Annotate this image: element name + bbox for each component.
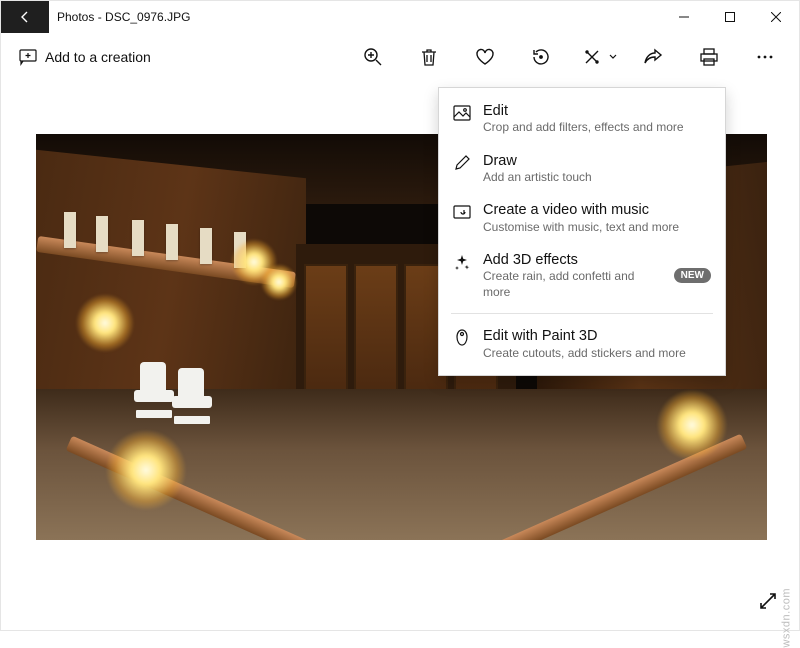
maximize-icon — [725, 12, 735, 22]
menu-item-3d-effects[interactable]: Add 3D effects Create rain, add confetti… — [439, 243, 725, 308]
menu-item-desc: Add an artistic touch — [483, 170, 711, 186]
minimize-button[interactable] — [661, 1, 707, 33]
window-controls — [661, 1, 799, 33]
edit-enhance-icon — [582, 47, 602, 67]
minimize-icon — [679, 12, 689, 22]
back-arrow-icon — [17, 9, 33, 25]
more-button[interactable] — [739, 37, 791, 77]
back-button[interactable] — [1, 1, 49, 33]
menu-item-title: Edit — [483, 102, 711, 120]
menu-item-desc: Crop and add filters, effects and more — [483, 120, 711, 136]
print-icon — [699, 47, 719, 67]
close-icon — [771, 12, 781, 22]
print-button[interactable] — [683, 37, 735, 77]
rotate-button[interactable] — [515, 37, 567, 77]
zoom-button[interactable] — [347, 37, 399, 77]
share-icon — [643, 48, 663, 66]
add-to-creation-button[interactable]: Add to a creation — [9, 37, 161, 77]
chevron-down-icon — [609, 54, 617, 60]
share-button[interactable] — [627, 37, 679, 77]
menu-item-desc: Create cutouts, add stickers and more — [483, 346, 711, 362]
menu-item-edit[interactable]: Edit Crop and add filters, effects and m… — [439, 94, 725, 144]
close-button[interactable] — [753, 1, 799, 33]
menu-item-video[interactable]: Create a video with music Customise with… — [439, 193, 725, 243]
menu-item-title: Draw — [483, 152, 711, 170]
trash-icon — [420, 47, 438, 67]
add-label: Add to a creation — [45, 49, 151, 65]
menu-item-desc: Create rain, add confetti and more — [483, 269, 662, 300]
fullscreen-button[interactable] — [753, 586, 783, 616]
edit-dropdown-menu: Edit Crop and add filters, effects and m… — [438, 87, 726, 376]
heart-icon — [475, 48, 495, 66]
menu-item-title: Create a video with music — [483, 201, 711, 219]
menu-item-title: Add 3D effects — [483, 251, 662, 269]
window-title: Photos - DSC_0976.JPG — [49, 1, 661, 33]
maximize-button[interactable] — [707, 1, 753, 33]
paint3d-icon — [453, 329, 471, 347]
ellipsis-icon — [757, 55, 773, 59]
favorite-button[interactable] — [459, 37, 511, 77]
video-music-icon — [453, 203, 471, 221]
menu-item-title: Edit with Paint 3D — [483, 327, 711, 345]
rotate-icon — [531, 47, 551, 67]
delete-button[interactable] — [403, 37, 455, 77]
menu-separator — [451, 313, 713, 314]
watermark: wsxdn.com — [781, 588, 793, 648]
menu-item-desc: Customise with music, text and more — [483, 220, 711, 236]
menu-item-draw[interactable]: Draw Add an artistic touch — [439, 144, 725, 194]
toolbar: Add to a creation — [1, 33, 799, 81]
menu-item-paint3d[interactable]: Edit with Paint 3D Create cutouts, add s… — [439, 319, 725, 369]
zoom-icon — [363, 47, 383, 67]
new-badge: NEW — [674, 268, 711, 283]
expand-icon — [758, 591, 778, 611]
pen-icon — [453, 154, 471, 172]
edit-menu-button[interactable] — [571, 37, 623, 77]
sparkle-icon — [453, 253, 471, 271]
image-icon — [453, 104, 471, 122]
titlebar: Photos - DSC_0976.JPG — [1, 1, 799, 33]
comment-plus-icon — [19, 48, 37, 66]
